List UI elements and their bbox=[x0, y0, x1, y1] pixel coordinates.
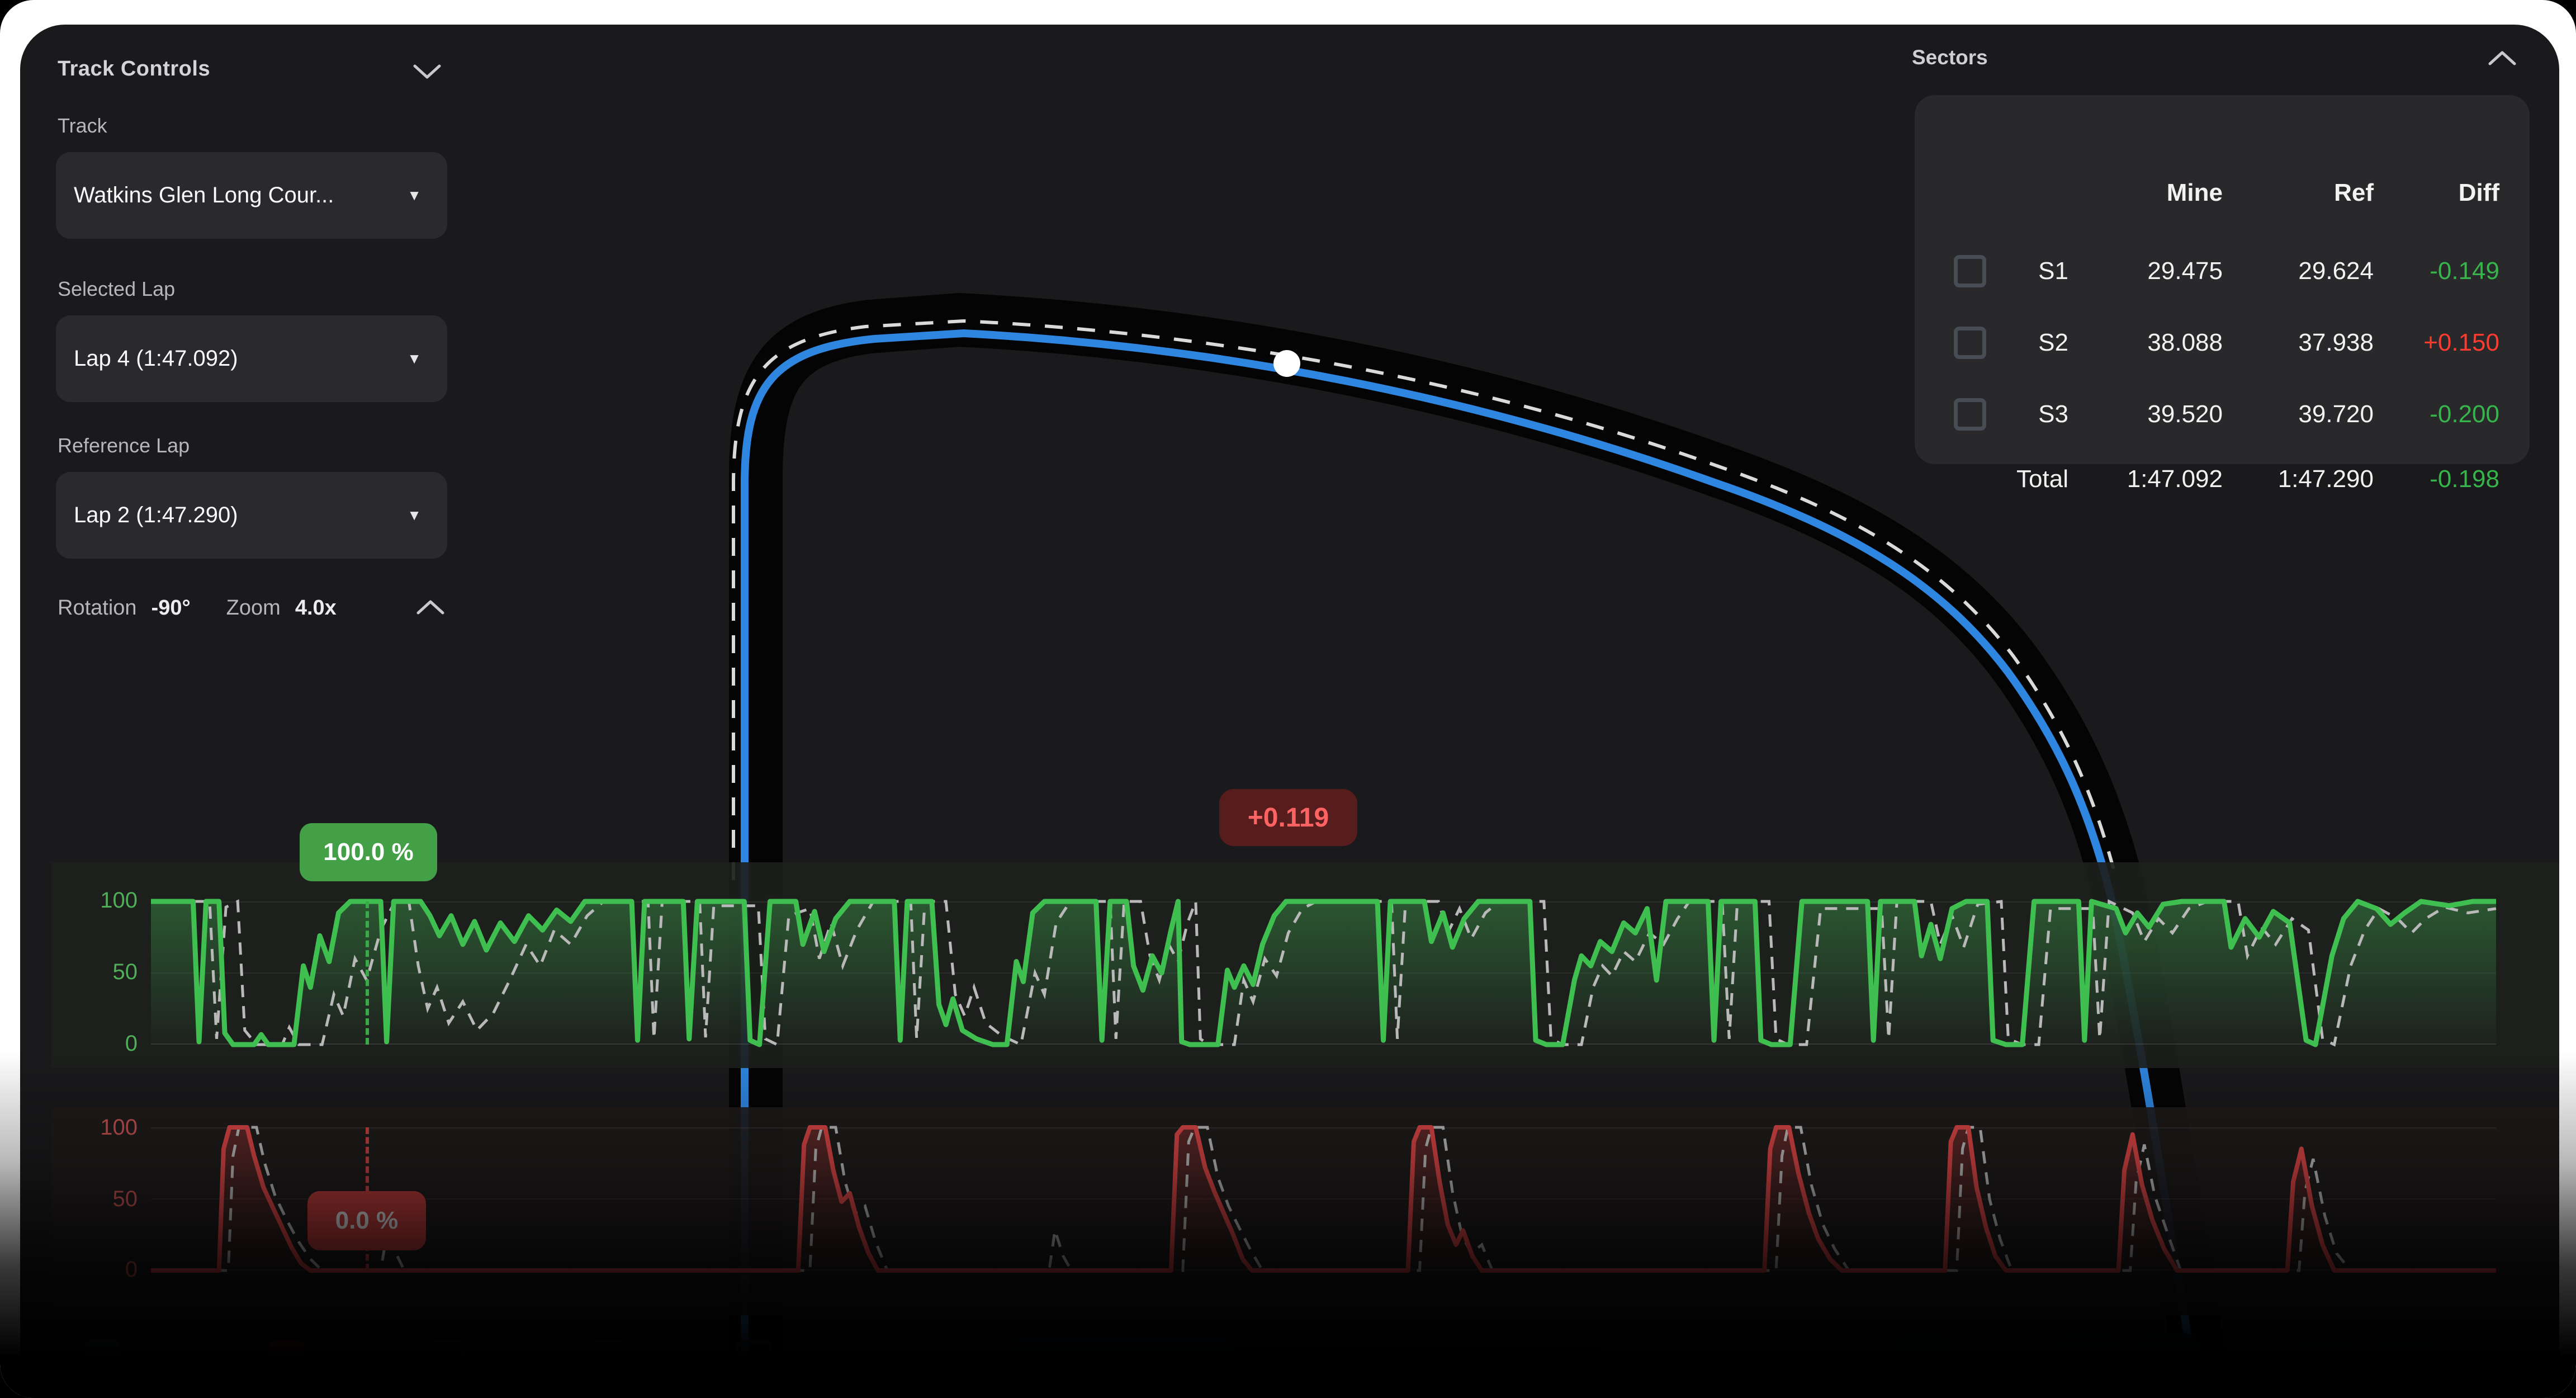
chevron-left-icon bbox=[2302, 1352, 2342, 1392]
column-header-mine: Mine bbox=[2083, 179, 2223, 207]
sector-total-ref: 1:47.290 bbox=[2234, 465, 2374, 493]
brake-value-badge: 0.0 % bbox=[307, 1191, 426, 1250]
throttle-ytick-0: 0 bbox=[65, 1031, 138, 1058]
caret-down-icon: ▼ bbox=[407, 187, 422, 204]
refresh-button[interactable] bbox=[2469, 1333, 2536, 1398]
brake-ytick-0: 0 bbox=[65, 1257, 138, 1284]
selected-lap-select[interactable]: Lap 4 (1:47.092) ▼ bbox=[56, 315, 447, 402]
lap-delta-badge: +0.119 bbox=[1219, 789, 1357, 846]
throttle-ytick-50: 50 bbox=[65, 960, 138, 986]
caret-down-icon: ▼ bbox=[407, 507, 422, 524]
sectors-card: Mine Ref Diff S1 29.475 29.624 -0.149 S2… bbox=[1915, 95, 2530, 464]
zoom-value: 4.0x bbox=[295, 596, 337, 620]
legend-label: Brake bbox=[321, 1350, 388, 1380]
brush-button[interactable] bbox=[1971, 1333, 2038, 1398]
track-controls-collapse-chevron-down-icon[interactable] bbox=[411, 62, 443, 81]
track-select[interactable]: Watkins Glen Long Cour... ▼ bbox=[56, 152, 447, 239]
sector-mine: 38.088 bbox=[2083, 329, 2223, 357]
legend-item-brake: ✓ Brake bbox=[268, 1340, 388, 1390]
check-icon: ✓ bbox=[90, 1348, 115, 1382]
app-window: Track Controls Track Watkins Glen Long C… bbox=[20, 25, 2559, 1398]
legend-label: Speed bbox=[480, 1350, 555, 1380]
track-controls-title: Track Controls bbox=[58, 57, 210, 81]
throttle-ytick-100: 100 bbox=[65, 888, 138, 915]
rotation-collapse-chevron-up-icon[interactable] bbox=[415, 598, 446, 617]
throttle-chart[interactable] bbox=[151, 901, 2496, 1045]
column-header-diff: Diff bbox=[2360, 179, 2499, 207]
playback-zoom-level: 1.0x bbox=[2205, 1358, 2266, 1383]
zoom-label: Zoom bbox=[226, 596, 281, 620]
throttle-value-badge: 100.0 % bbox=[300, 823, 437, 881]
rotation-value: -90° bbox=[151, 596, 191, 620]
sector-mine: 29.475 bbox=[2083, 257, 2223, 285]
refresh-icon bbox=[2482, 1352, 2522, 1392]
sectors-collapse-chevron-up-icon[interactable] bbox=[2487, 49, 2518, 68]
car-position-dot[interactable] bbox=[1273, 350, 1300, 377]
rotation-zoom-row: Rotation -90° Zoom 4.0x bbox=[58, 596, 337, 620]
legend-label: Gear bbox=[788, 1350, 845, 1380]
rotation-label: Rotation bbox=[58, 596, 137, 620]
sector-ref: 39.720 bbox=[2234, 400, 2374, 428]
brake-ytick-50: 50 bbox=[65, 1187, 138, 1213]
track-select-value: Watkins Glen Long Cour... bbox=[74, 183, 334, 208]
sector-checkbox-s2[interactable] bbox=[1954, 327, 1986, 359]
sector-id: S2 bbox=[1985, 329, 2068, 357]
chevron-right-icon bbox=[2383, 1352, 2423, 1392]
sector-id: S3 bbox=[1985, 400, 2068, 428]
legend-item-rpm: RPM bbox=[590, 1340, 699, 1390]
sector-diff: -0.200 bbox=[2360, 400, 2499, 428]
next-button[interactable] bbox=[2369, 1333, 2436, 1398]
rpm-checkbox[interactable] bbox=[590, 1340, 627, 1390]
legend-label: RPM bbox=[642, 1350, 699, 1380]
reference-lap-label: Reference Lap bbox=[58, 434, 190, 457]
sector-mine: 39.520 bbox=[2083, 400, 2223, 428]
sector-total-label: Total bbox=[1985, 465, 2068, 493]
track-field-label: Track bbox=[58, 114, 107, 138]
selected-lap-label: Selected Lap bbox=[58, 277, 175, 301]
sector-total-diff: -0.198 bbox=[2360, 465, 2499, 493]
lock-button[interactable] bbox=[1890, 1333, 1957, 1398]
tab-full-telemetry[interactable]: Full Telemetry bbox=[1422, 1335, 1602, 1398]
column-header-ref: Ref bbox=[2234, 179, 2374, 207]
zoom-in-button[interactable] bbox=[2133, 1333, 2200, 1398]
check-icon: ✓ bbox=[274, 1348, 299, 1382]
sector-checkbox-s1[interactable] bbox=[1954, 255, 1986, 287]
throttle-cursor-line[interactable] bbox=[366, 901, 369, 1045]
sector-diff: +0.150 bbox=[2360, 329, 2499, 357]
sector-diff: -0.149 bbox=[2360, 257, 2499, 285]
brake-ytick-100: 100 bbox=[65, 1115, 138, 1142]
sector-checkbox-s3[interactable] bbox=[1954, 398, 1986, 431]
selected-lap-value: Lap 4 (1:47.092) bbox=[74, 346, 238, 371]
reference-lap-select[interactable]: Lap 2 (1:47.290) ▼ bbox=[56, 472, 447, 559]
legend-item-throttle: ✓ Throttle bbox=[84, 1340, 224, 1390]
legend-label: Throttle bbox=[136, 1350, 224, 1380]
zoom-out-icon bbox=[2066, 1352, 2106, 1392]
gear-checkbox[interactable] bbox=[735, 1340, 772, 1390]
sectors-title: Sectors bbox=[1912, 46, 1988, 69]
brake-checkbox[interactable]: ✓ bbox=[268, 1340, 305, 1390]
legend-item-speed: Speed bbox=[428, 1340, 555, 1390]
throttle-checkbox[interactable]: ✓ bbox=[84, 1340, 121, 1390]
sector-id: S1 bbox=[1985, 257, 2068, 285]
brake-chart[interactable] bbox=[151, 1127, 2496, 1271]
sector-ref: 37.938 bbox=[2234, 329, 2374, 357]
sector-ref: 29.624 bbox=[2234, 257, 2374, 285]
brush-icon bbox=[1985, 1352, 2025, 1392]
device-sheet: Track Controls Track Watkins Glen Long C… bbox=[0, 0, 2576, 1398]
previous-button[interactable] bbox=[2289, 1333, 2356, 1398]
zoom-in-icon bbox=[2147, 1352, 2187, 1392]
zoom-out-button[interactable] bbox=[2053, 1333, 2120, 1398]
lock-icon bbox=[1903, 1352, 1943, 1392]
sector-total-mine: 1:47.092 bbox=[2083, 465, 2223, 493]
tab-pedal-discipline[interactable]: Pedal Discipline bbox=[1001, 1335, 1238, 1398]
tab-speed-focus[interactable]: Speed Focus bbox=[1238, 1335, 1422, 1398]
legend-item-gear: Gear bbox=[735, 1340, 845, 1390]
speed-checkbox[interactable] bbox=[428, 1340, 465, 1390]
view-tabs: Pedal Discipline Speed Focus Full Teleme… bbox=[1001, 1335, 1602, 1398]
reference-lap-value: Lap 2 (1:47.290) bbox=[74, 503, 238, 528]
caret-down-icon: ▼ bbox=[407, 350, 422, 367]
